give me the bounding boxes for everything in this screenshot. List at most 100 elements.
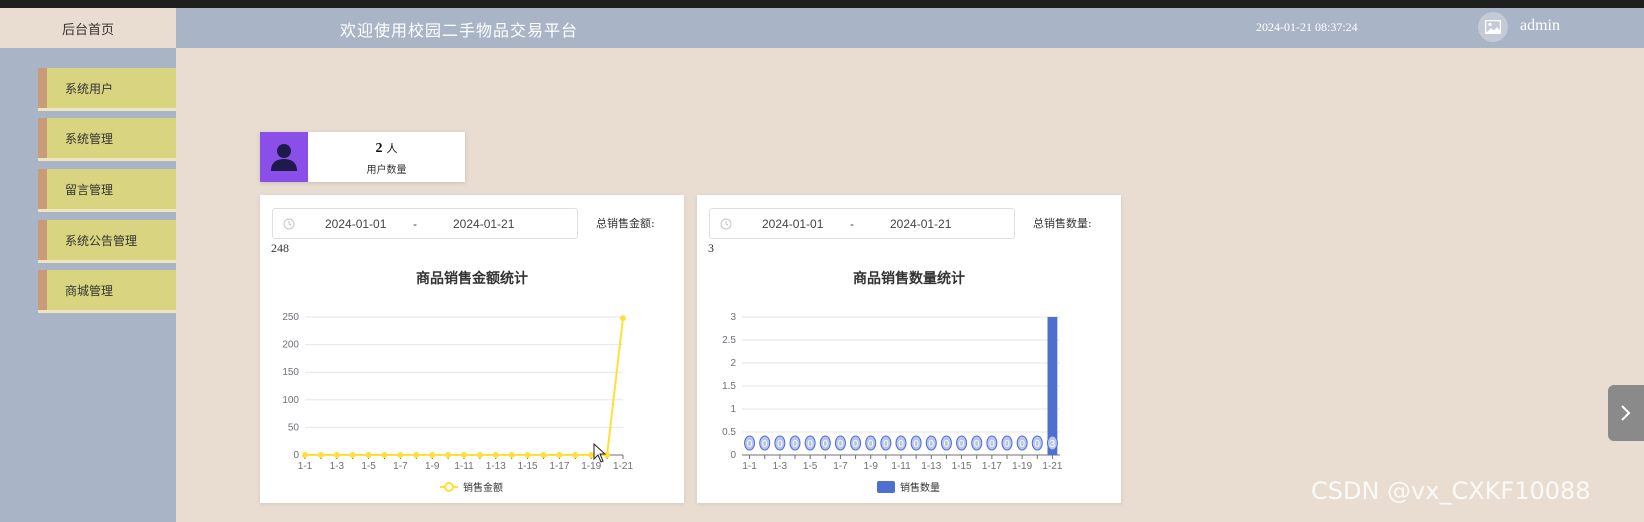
- x-tick-label: 1-11: [891, 461, 911, 472]
- data-label: 0: [989, 439, 995, 450]
- data-point: [349, 452, 356, 458]
- sidebar: 系统用户 系统管理 留言管理 系统公告管理 商城管理: [0, 48, 176, 522]
- data-label: 3: [1050, 439, 1056, 450]
- stat-icon-box: [260, 132, 308, 182]
- data-label: 0: [898, 439, 904, 450]
- legend-label: 销售数量: [900, 481, 940, 494]
- data-point: [540, 452, 547, 458]
- data-label: 0: [959, 439, 965, 450]
- data-point: [429, 452, 436, 458]
- x-tick-label: 1-5: [361, 461, 376, 472]
- data-label: 0: [792, 439, 798, 450]
- y-tick-label: 1.5: [722, 381, 736, 392]
- legend-marker: [877, 481, 895, 493]
- data-point: [556, 452, 563, 458]
- data-point: [572, 452, 579, 458]
- watermark: CSDN @vx_CXKF10088: [1311, 477, 1591, 505]
- x-tick-label: 1-7: [393, 461, 408, 472]
- home-button[interactable]: 后台首页: [0, 8, 176, 48]
- legend-marker: [444, 482, 454, 492]
- y-tick-label: 0: [730, 450, 736, 461]
- x-tick-label: 1-17: [982, 461, 1002, 472]
- user-count-number: 2: [375, 141, 383, 156]
- x-tick-label: 1-9: [425, 461, 440, 472]
- data-label: 0: [1019, 439, 1025, 450]
- y-tick-label: 50: [288, 422, 300, 433]
- x-tick-label: 1-1: [298, 461, 313, 472]
- chevron-right-icon: [1621, 405, 1631, 421]
- data-label: 0: [913, 439, 919, 450]
- data-point: [524, 452, 531, 458]
- x-tick-label: 1-13: [921, 461, 941, 472]
- sidebar-item-message-management[interactable]: 留言管理: [38, 169, 176, 209]
- data-point: [461, 452, 467, 458]
- series-line: [305, 317, 624, 456]
- data-label: 0: [868, 439, 874, 450]
- y-tick-label: 250: [282, 312, 299, 323]
- x-tick-label: 1-21: [1042, 461, 1062, 472]
- sales-quantity-panel: 2024-01-01 - 2024-01-21 总销售数量: 3 商品销售数量统…: [697, 195, 1121, 503]
- data-point: [445, 452, 452, 458]
- data-label: 0: [883, 439, 889, 450]
- y-tick-label: 0.5: [722, 427, 736, 438]
- x-tick-label: 1-21: [613, 461, 633, 472]
- username[interactable]: admin: [1520, 17, 1560, 35]
- x-tick-label: 1-1: [742, 461, 757, 472]
- top-bar: 后台首页 欢迎使用校园二手物品交易平台 2024-01-21 08:37:24 …: [0, 8, 1644, 48]
- bar: [1047, 317, 1058, 455]
- person-icon: [271, 144, 297, 171]
- x-tick-label: 1-15: [518, 461, 538, 472]
- data-point: [413, 452, 420, 458]
- data-label: 0: [944, 439, 950, 450]
- next-button[interactable]: [1608, 385, 1644, 441]
- data-point: [492, 452, 499, 458]
- chart-title: 商品销售金额统计: [416, 270, 528, 287]
- app-title: 欢迎使用校园二手物品交易平台: [340, 21, 579, 40]
- data-point: [333, 452, 340, 458]
- sidebar-item-mall-management[interactable]: 商城管理: [38, 270, 176, 310]
- x-tick-label: 1-3: [330, 461, 345, 472]
- sales-amount-chart: 商品销售金额统计 0 50 100 150 200 250 1-1 1-3 1-5 1-7 1-9 1-…: [282, 270, 633, 494]
- y-tick-label: 2: [730, 358, 736, 369]
- data-label: 0: [838, 439, 844, 450]
- mouse-cursor-icon: [593, 443, 607, 463]
- sidebar-item-announcement-management[interactable]: 系统公告管理: [38, 220, 176, 260]
- data-label: 0: [762, 439, 768, 450]
- user-count-card: 2人 用户数量: [260, 132, 465, 182]
- data-point: [397, 452, 404, 458]
- avatar[interactable]: [1478, 12, 1508, 42]
- data-point: [476, 452, 483, 458]
- data-label: 0: [929, 439, 935, 450]
- y-tick-label: 0: [293, 450, 299, 461]
- data-label: 0: [823, 439, 829, 450]
- y-tick-label: 200: [282, 340, 299, 351]
- data-label: 0: [777, 439, 783, 450]
- x-tick-label: 1-19: [1012, 461, 1032, 472]
- x-tick-label: 1-9: [863, 461, 878, 472]
- sales-amount-panel: 2024-01-01 - 2024-01-21 总销售金额: 248 商品销售金…: [260, 195, 684, 503]
- y-tick-label: 2.5: [722, 335, 736, 346]
- datetime-display: 2024-01-21 08:37:24: [1256, 20, 1358, 34]
- data-label: 0: [1004, 439, 1010, 450]
- chart-title: 商品销售数量统计: [853, 270, 965, 287]
- data-label: 0: [807, 439, 813, 450]
- x-tick-label: 1-15: [952, 461, 972, 472]
- data-point: [508, 452, 515, 458]
- data-point: [302, 452, 308, 458]
- x-tick-label: 1-7: [833, 461, 848, 472]
- user-count-value: 2人: [308, 140, 465, 157]
- x-tick-label: 1-13: [486, 461, 506, 472]
- data-point: [381, 452, 388, 458]
- window-top-strip: [0, 0, 1644, 8]
- user-count-label: 用户数量: [366, 165, 407, 176]
- x-tick-label: 1-3: [773, 461, 788, 472]
- sidebar-item-system-users[interactable]: 系统用户: [38, 68, 176, 108]
- x-tick-label: 1-17: [549, 461, 569, 472]
- data-label: 0: [1035, 439, 1041, 450]
- user-count-unit: 人: [386, 142, 398, 155]
- y-tick-label: 150: [282, 367, 299, 378]
- image-icon: [1485, 20, 1501, 34]
- x-tick-label: 1-11: [454, 461, 474, 472]
- y-tick-label: 1: [730, 404, 736, 415]
- sidebar-item-system-management[interactable]: 系统管理: [38, 118, 176, 158]
